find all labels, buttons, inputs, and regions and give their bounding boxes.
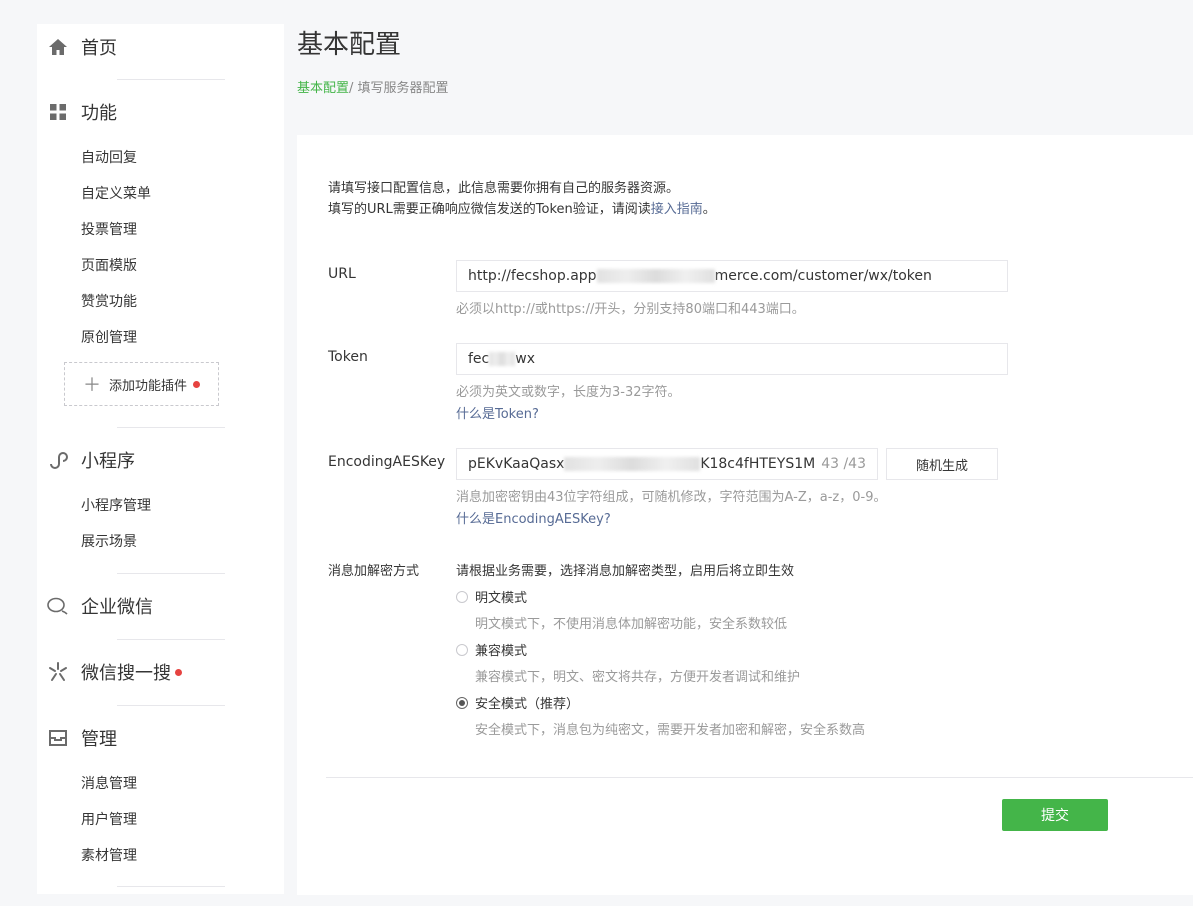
aeskey-label: EncodingAESKey bbox=[328, 454, 446, 470]
radio-circle[interactable] bbox=[456, 643, 468, 656]
miniprogram-icon bbox=[47, 449, 69, 471]
intro-line-2: 填写的URL需要正确响应微信发送的Token验证，请阅读接入指南。 bbox=[328, 199, 716, 220]
radio-circle-checked[interactable] bbox=[456, 696, 468, 709]
divider bbox=[117, 639, 225, 640]
nav-home[interactable]: 首页 bbox=[47, 32, 117, 62]
aeskey-tip: 消息加密密钥由43位字符组成，可随机修改，字符范围为A-Z，a-z，0-9。 bbox=[456, 490, 887, 505]
add-plugin-label: 添加功能插件 bbox=[108, 378, 187, 394]
nav-manage[interactable]: 管理 bbox=[47, 723, 117, 753]
url-label: URL bbox=[328, 266, 356, 282]
divider bbox=[117, 79, 225, 80]
encrypt-mode-label: 消息加解密方式 bbox=[328, 564, 420, 579]
sidebar-item-users[interactable]: 用户管理 bbox=[81, 809, 137, 829]
nav-miniprogram[interactable]: 小程序 bbox=[47, 445, 135, 475]
token-value-prefix: fec bbox=[468, 351, 490, 367]
nav-home-label: 首页 bbox=[81, 38, 117, 59]
what-is-token-link[interactable]: 什么是Token? bbox=[456, 403, 539, 422]
submit-button[interactable]: 提交 bbox=[1002, 799, 1108, 831]
sidebar-item-auto-reply[interactable]: 自动回复 bbox=[81, 147, 137, 167]
radio-circle[interactable] bbox=[456, 590, 468, 603]
nav-wework[interactable]: 企业微信 bbox=[47, 591, 153, 621]
aeskey-value-suffix: K18c4fHTEYS1M bbox=[700, 456, 816, 472]
nav-wework-label: 企业微信 bbox=[81, 597, 153, 618]
intro-line-1: 请填写接口配置信息，此信息需要你拥有自己的服务器资源。 bbox=[328, 181, 680, 196]
radio-secure-mode[interactable]: 安全模式（推荐） bbox=[456, 693, 579, 712]
nav-miniprogram-label: 小程序 bbox=[81, 451, 135, 472]
aeskey-value-prefix: pEKvKaaQasx bbox=[468, 456, 565, 472]
plaintext-mode-desc: 明文模式下，不使用消息体加解密功能，安全系数较低 bbox=[475, 617, 788, 632]
token-value-suffix: wx bbox=[515, 351, 535, 367]
nav-wxsearch-label: 微信搜一搜 bbox=[81, 663, 171, 684]
redacted-blur bbox=[489, 352, 516, 366]
radio-secure-label: 安全模式（推荐） bbox=[475, 697, 580, 712]
breadcrumb: 基本配置/ 填写服务器配置 bbox=[297, 77, 449, 96]
home-icon bbox=[47, 36, 69, 58]
sidebar-item-custom-menu[interactable]: 自定义菜单 bbox=[81, 183, 151, 203]
page-title: 基本配置 bbox=[297, 30, 402, 60]
config-panel: 请填写接口配置信息，此信息需要你拥有自己的服务器资源。 填写的URL需要正确响应… bbox=[297, 135, 1193, 895]
sidebar: 首页 功能 自动回复 自定义菜单 投票管理 页面模版 赞赏功能 原创管理 ＋ 添… bbox=[37, 24, 284, 894]
divider bbox=[117, 573, 225, 574]
sparkle-icon bbox=[47, 661, 69, 683]
nav-wxsearch[interactable]: 微信搜一搜 bbox=[47, 657, 182, 687]
inbox-icon bbox=[47, 727, 69, 749]
radio-plaintext-mode[interactable]: 明文模式 bbox=[456, 587, 527, 606]
token-tip: 必须为英文或数字，长度为3-32字符。 bbox=[456, 385, 681, 400]
redacted-blur bbox=[564, 457, 701, 471]
aeskey-input[interactable]: pEKvKaaQasx K18c4fHTEYS1M 43 /43 bbox=[456, 448, 878, 480]
divider bbox=[326, 777, 1193, 778]
sidebar-item-vote[interactable]: 投票管理 bbox=[81, 219, 137, 239]
divider bbox=[117, 886, 225, 887]
redacted-blur bbox=[596, 269, 715, 283]
sidebar-item-original[interactable]: 原创管理 bbox=[81, 327, 137, 347]
divider bbox=[117, 427, 225, 428]
url-tip: 必须以http://或https://开头，分别支持80端口和443端口。 bbox=[456, 302, 805, 317]
nav-features-label: 功能 bbox=[81, 103, 117, 124]
notification-dot bbox=[193, 380, 200, 388]
secure-mode-desc: 安全模式下，消息包为纯密文，需要开发者加密和解密，安全系数高 bbox=[475, 723, 866, 738]
add-plugin-button[interactable]: ＋ 添加功能插件 bbox=[64, 362, 219, 406]
encrypt-mode-hint: 请根据业务需要，选择消息加解密类型，启用后将立即生效 bbox=[456, 564, 795, 579]
aeskey-char-counter: 43 /43 bbox=[821, 456, 866, 472]
sidebar-item-materials[interactable]: 素材管理 bbox=[81, 845, 137, 865]
url-value-prefix: http://fecshop.app bbox=[468, 268, 597, 284]
random-generate-button[interactable]: 随机生成 bbox=[886, 448, 998, 480]
sidebar-item-reward[interactable]: 赞赏功能 bbox=[81, 291, 137, 311]
divider bbox=[117, 705, 225, 706]
intro-line-2-suffix: 。 bbox=[702, 202, 716, 217]
radio-compatible-label: 兼容模式 bbox=[475, 644, 528, 659]
breadcrumb-current: / 填写服务器配置 bbox=[349, 81, 449, 96]
grid-icon bbox=[47, 101, 69, 123]
nav-features[interactable]: 功能 bbox=[47, 97, 117, 127]
what-is-aeskey-link[interactable]: 什么是EncodingAESKey? bbox=[456, 508, 611, 527]
token-input[interactable]: fec wx bbox=[456, 343, 1008, 375]
radio-compatible-mode[interactable]: 兼容模式 bbox=[456, 640, 527, 659]
sidebar-item-messages[interactable]: 消息管理 bbox=[81, 773, 137, 793]
radio-plaintext-label: 明文模式 bbox=[475, 591, 528, 606]
sidebar-item-scenes[interactable]: 展示场景 bbox=[81, 531, 137, 551]
sidebar-item-page-template[interactable]: 页面模版 bbox=[81, 255, 137, 275]
nav-manage-label: 管理 bbox=[81, 729, 117, 750]
chat-icon bbox=[47, 595, 69, 617]
url-value-suffix: merce.com/customer/wx/token bbox=[714, 268, 932, 284]
sidebar-item-miniprogram-manage[interactable]: 小程序管理 bbox=[81, 495, 151, 515]
plus-icon: ＋ bbox=[82, 375, 101, 396]
intro-line-2-prefix: 填写的URL需要正确响应微信发送的Token验证，请阅读 bbox=[328, 202, 651, 217]
url-input[interactable]: http://fecshop.app merce.com/customer/wx/… bbox=[456, 260, 1008, 292]
access-guide-link[interactable]: 接入指南 bbox=[651, 202, 703, 217]
breadcrumb-basic-config-link[interactable]: 基本配置 bbox=[297, 81, 349, 96]
intro-text: 请填写接口配置信息，此信息需要你拥有自己的服务器资源。 填写的URL需要正确响应… bbox=[328, 178, 716, 220]
token-label: Token bbox=[328, 349, 368, 365]
compatible-mode-desc: 兼容模式下，明文、密文将共存，方便开发者调试和维护 bbox=[475, 670, 801, 685]
notification-dot bbox=[175, 668, 182, 676]
